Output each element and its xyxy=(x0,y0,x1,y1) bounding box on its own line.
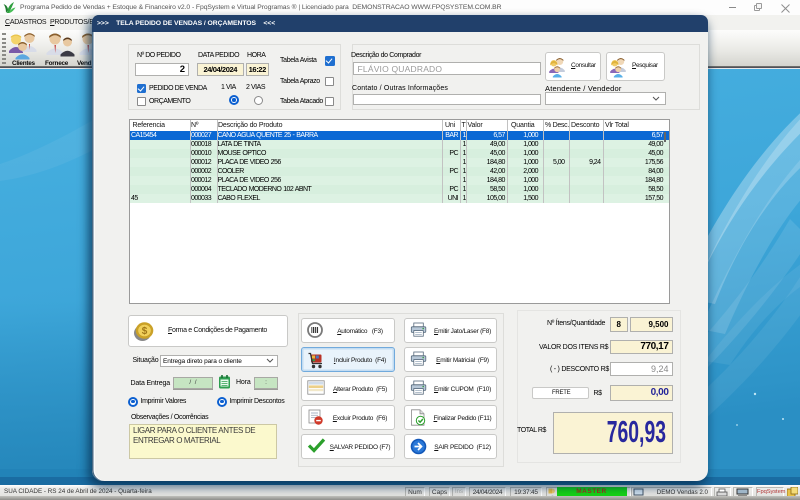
svg-text:$: $ xyxy=(142,326,148,337)
